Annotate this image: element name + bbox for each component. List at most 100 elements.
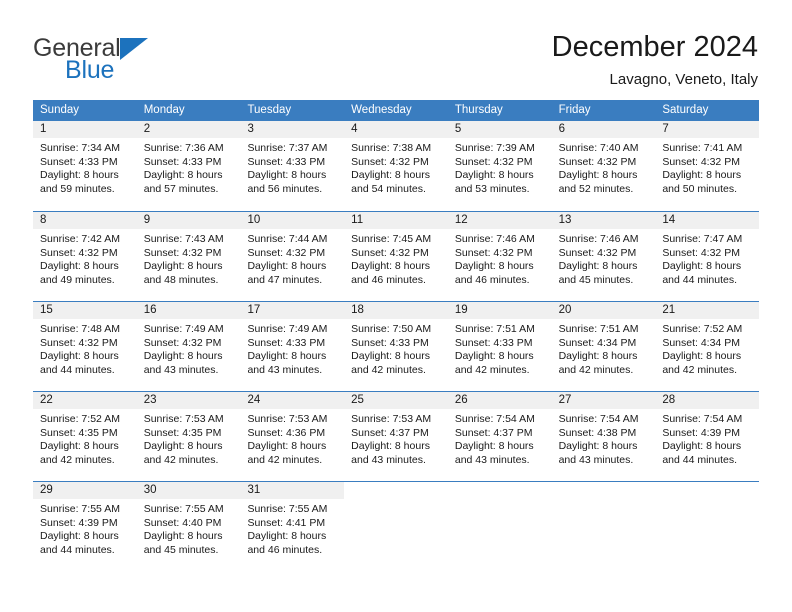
- daylight-text-line2: and 42 minutes.: [662, 363, 738, 376]
- sunset-text: Sunset: 4:33 PM: [247, 336, 326, 349]
- day-details: Sunrise: 7:36 AM Sunset: 4:33 PM Dayligh…: [137, 138, 241, 196]
- sunset-text: Sunset: 4:38 PM: [558, 426, 637, 439]
- day-number: 29: [33, 482, 137, 499]
- title-block: December 2024 Lavagno, Veneto, Italy: [552, 30, 758, 90]
- sunrise-text: Sunrise: 7:53 AM: [247, 413, 328, 425]
- sunset-text: Sunset: 4:32 PM: [558, 246, 637, 259]
- day-cell[interactable]: 3 Sunrise: 7:37 AM Sunset: 4:33 PM Dayli…: [240, 121, 345, 211]
- daylight-text-line1: Daylight: 8 hours: [662, 169, 742, 181]
- day-cell[interactable]: 6 Sunrise: 7:40 AM Sunset: 4:32 PM Dayli…: [551, 121, 656, 211]
- day-cell[interactable]: 21 Sunrise: 7:52 AM Sunset: 4:34 PM Dayl…: [655, 302, 760, 391]
- day-cell[interactable]: 12 Sunrise: 7:46 AM Sunset: 4:32 PM Dayl…: [447, 212, 552, 301]
- day-cell[interactable]: 20 Sunrise: 7:51 AM Sunset: 4:34 PM Dayl…: [551, 302, 656, 391]
- day-number: 17: [240, 302, 345, 319]
- sunrise-text: Sunrise: 7:55 AM: [143, 503, 224, 515]
- daylight-text-line2: and 46 minutes.: [454, 273, 530, 286]
- day-cell[interactable]: 16 Sunrise: 7:49 AM Sunset: 4:32 PM Dayl…: [136, 302, 241, 391]
- sunrise-text: Sunrise: 7:46 AM: [558, 233, 639, 245]
- day-details: Sunrise: 7:54 AM Sunset: 4:38 PM Dayligh…: [552, 409, 656, 467]
- sunrise-text: Sunrise: 7:45 AM: [351, 233, 432, 245]
- daylight-text-line1: Daylight: 8 hours: [454, 440, 534, 452]
- day-cell[interactable]: 13 Sunrise: 7:46 AM Sunset: 4:32 PM Dayl…: [551, 212, 656, 301]
- day-details: Sunrise: 7:40 AM Sunset: 4:32 PM Dayligh…: [552, 138, 656, 196]
- sunset-text: Sunset: 4:32 PM: [662, 155, 740, 168]
- day-cell[interactable]: 1 Sunrise: 7:34 AM Sunset: 4:33 PM Dayli…: [33, 121, 137, 211]
- daylight-text-line1: Daylight: 8 hours: [662, 260, 742, 272]
- daylight-text-line2: and 48 minutes.: [143, 273, 219, 286]
- daylight-text-line2: and 47 minutes.: [247, 273, 323, 286]
- day-details: Sunrise: 7:54 AM Sunset: 4:39 PM Dayligh…: [655, 409, 759, 467]
- day-cell[interactable]: 15 Sunrise: 7:48 AM Sunset: 4:32 PM Dayl…: [33, 302, 137, 391]
- daylight-text-line2: and 43 minutes.: [247, 363, 323, 376]
- sunset-text: Sunset: 4:32 PM: [662, 246, 740, 259]
- day-number: 14: [655, 212, 760, 229]
- day-number: 25: [344, 392, 448, 409]
- daylight-text-line2: and 56 minutes.: [247, 182, 323, 195]
- day-cell[interactable]: 14 Sunrise: 7:47 AM Sunset: 4:32 PM Dayl…: [655, 212, 760, 301]
- day-cell[interactable]: 28 Sunrise: 7:54 AM Sunset: 4:39 PM Dayl…: [655, 392, 760, 481]
- day-cell[interactable]: 8 Sunrise: 7:42 AM Sunset: 4:32 PM Dayli…: [33, 212, 137, 301]
- day-cell[interactable]: 7 Sunrise: 7:41 AM Sunset: 4:32 PM Dayli…: [655, 121, 760, 211]
- day-cell[interactable]: 31 Sunrise: 7:55 AM Sunset: 4:41 PM Dayl…: [240, 482, 345, 571]
- day-cell[interactable]: 10 Sunrise: 7:44 AM Sunset: 4:32 PM Dayl…: [240, 212, 345, 301]
- sunset-text: Sunset: 4:32 PM: [351, 246, 429, 259]
- daylight-text-line1: Daylight: 8 hours: [454, 169, 534, 181]
- daylight-text-line1: Daylight: 8 hours: [143, 350, 223, 362]
- day-cell[interactable]: 27 Sunrise: 7:54 AM Sunset: 4:38 PM Dayl…: [551, 392, 656, 481]
- sunset-text: Sunset: 4:39 PM: [40, 516, 118, 529]
- day-cell[interactable]: 11 Sunrise: 7:45 AM Sunset: 4:32 PM Dayl…: [344, 212, 448, 301]
- sunset-text: Sunset: 4:40 PM: [143, 516, 222, 529]
- sunset-text: Sunset: 4:32 PM: [40, 246, 118, 259]
- day-number: 24: [240, 392, 345, 409]
- daylight-text-line2: and 44 minutes.: [662, 453, 738, 466]
- day-number: 18: [344, 302, 448, 319]
- day-cell[interactable]: 2 Sunrise: 7:36 AM Sunset: 4:33 PM Dayli…: [136, 121, 241, 211]
- day-cell[interactable]: 29 Sunrise: 7:55 AM Sunset: 4:39 PM Dayl…: [33, 482, 137, 571]
- daylight-text-line2: and 44 minutes.: [40, 363, 115, 376]
- generalblue-logo[interactable]: General Blue: [33, 30, 148, 83]
- daylight-text-line2: and 53 minutes.: [454, 182, 530, 195]
- week-row: 8 Sunrise: 7:42 AM Sunset: 4:32 PM Dayli…: [33, 211, 760, 301]
- day-cell[interactable]: 9 Sunrise: 7:43 AM Sunset: 4:32 PM Dayli…: [136, 212, 241, 301]
- daylight-text-line1: Daylight: 8 hours: [247, 260, 327, 272]
- sunrise-text: Sunrise: 7:51 AM: [558, 323, 639, 335]
- sunset-text: Sunset: 4:32 PM: [143, 336, 222, 349]
- daylight-text-line2: and 42 minutes.: [247, 453, 323, 466]
- day-cell[interactable]: 19 Sunrise: 7:51 AM Sunset: 4:33 PM Dayl…: [447, 302, 552, 391]
- day-details: Sunrise: 7:45 AM Sunset: 4:32 PM Dayligh…: [344, 229, 448, 287]
- daylight-text-line1: Daylight: 8 hours: [351, 440, 430, 452]
- day-cell[interactable]: 24 Sunrise: 7:53 AM Sunset: 4:36 PM Dayl…: [240, 392, 345, 481]
- sunset-text: Sunset: 4:39 PM: [662, 426, 740, 439]
- day-number: 3: [240, 121, 345, 138]
- sunset-text: Sunset: 4:32 PM: [143, 246, 222, 259]
- sunset-text: Sunset: 4:35 PM: [40, 426, 118, 439]
- day-cell[interactable]: 26 Sunrise: 7:54 AM Sunset: 4:37 PM Dayl…: [447, 392, 552, 481]
- day-number: 13: [551, 212, 656, 229]
- sunset-text: Sunset: 4:32 PM: [40, 336, 118, 349]
- day-cell[interactable]: 22 Sunrise: 7:52 AM Sunset: 4:35 PM Dayl…: [33, 392, 137, 481]
- day-number: 1: [33, 121, 137, 138]
- weekday-thursday: Thursday: [454, 104, 503, 116]
- weekday-friday: Friday: [558, 104, 591, 116]
- day-details: Sunrise: 7:48 AM Sunset: 4:32 PM Dayligh…: [33, 319, 137, 377]
- day-cell[interactable]: 18 Sunrise: 7:50 AM Sunset: 4:33 PM Dayl…: [344, 302, 448, 391]
- daylight-text-line1: Daylight: 8 hours: [351, 169, 430, 181]
- daylight-text-line2: and 42 minutes.: [143, 453, 219, 466]
- day-cell[interactable]: 25 Sunrise: 7:53 AM Sunset: 4:37 PM Dayl…: [344, 392, 448, 481]
- daylight-text-line1: Daylight: 8 hours: [558, 440, 638, 452]
- daylight-text-line1: Daylight: 8 hours: [247, 169, 327, 181]
- sunset-text: Sunset: 4:41 PM: [247, 516, 326, 529]
- sunset-text: Sunset: 4:32 PM: [454, 155, 533, 168]
- day-cell[interactable]: 4 Sunrise: 7:38 AM Sunset: 4:32 PM Dayli…: [344, 121, 448, 211]
- daylight-text-line1: Daylight: 8 hours: [662, 440, 742, 452]
- day-cell[interactable]: 5 Sunrise: 7:39 AM Sunset: 4:32 PM Dayli…: [447, 121, 552, 211]
- sunset-text: Sunset: 4:32 PM: [247, 246, 326, 259]
- day-cell[interactable]: 23 Sunrise: 7:53 AM Sunset: 4:35 PM Dayl…: [136, 392, 241, 481]
- sunset-text: Sunset: 4:33 PM: [247, 155, 326, 168]
- day-cell[interactable]: 17 Sunrise: 7:49 AM Sunset: 4:33 PM Dayl…: [240, 302, 345, 391]
- day-cell[interactable]: 30 Sunrise: 7:55 AM Sunset: 4:40 PM Dayl…: [136, 482, 241, 571]
- sunrise-text: Sunrise: 7:49 AM: [143, 323, 224, 335]
- daylight-text-line2: and 59 minutes.: [40, 182, 115, 195]
- day-number: 21: [655, 302, 760, 319]
- sunset-text: Sunset: 4:34 PM: [558, 336, 637, 349]
